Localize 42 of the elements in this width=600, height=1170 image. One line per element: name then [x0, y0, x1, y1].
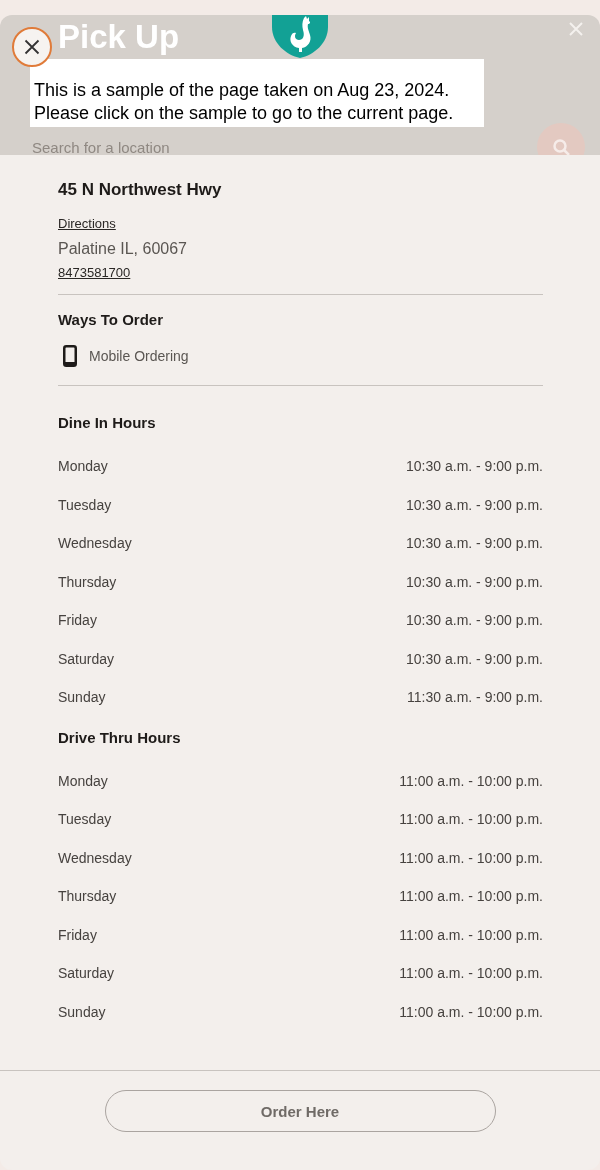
day-label: Saturday [58, 650, 115, 667]
hours-text: 11:00 a.m. - 10:00 p.m. [399, 772, 543, 789]
hours-text: 11:00 a.m. - 10:00 p.m. [399, 811, 543, 828]
close-icon[interactable] [568, 21, 584, 37]
store-address-title: 45 N Northwest Hwy [58, 179, 223, 201]
hours-text: 10:30 a.m. - 9:00 p.m. [406, 650, 543, 667]
hours-text: 10:30 a.m. - 9:00 p.m. [406, 496, 543, 513]
hours-text: 11:00 a.m. - 10:00 p.m. [399, 926, 543, 943]
directions-link[interactable]: Directions [58, 216, 116, 232]
day-label: Monday [58, 772, 108, 789]
day-label: Sunday [58, 689, 106, 706]
sample-notice[interactable]: This is a sample of the page taken on Aug 23, 2024. Please click on the sample to go to the current page. [30, 59, 484, 127]
hours-text: 11:00 a.m. - 10:00 p.m. [399, 1003, 543, 1020]
day-label: Saturday [58, 965, 115, 982]
day-label: Monday [58, 458, 108, 475]
order-here-button[interactable]: Order Here [104, 1090, 496, 1132]
hours-text: 10:30 a.m. - 9:00 p.m. [406, 612, 543, 629]
hours-text: 11:30 a.m. - 9:00 p.m. [407, 689, 543, 706]
hours-text: 11:00 a.m. - 10:00 p.m. [399, 888, 543, 905]
day-label: Tuesday [58, 811, 112, 828]
day-label: Tuesday [58, 496, 112, 513]
hours-text: 10:30 a.m. - 9:00 p.m. [406, 573, 543, 590]
day-label: Sunday [58, 1003, 106, 1020]
order-method-label: Mobile Ordering [89, 348, 189, 364]
close-icon [24, 39, 40, 55]
section-heading: Dine In Hours [58, 413, 157, 433]
hours-text: 11:00 a.m. - 10:00 p.m. [399, 849, 543, 866]
chicken-logo-icon [272, 15, 328, 58]
day-label: Wednesday [58, 849, 132, 866]
day-label: Friday [58, 926, 97, 943]
hours-text: 10:30 a.m. - 9:00 p.m. [406, 458, 543, 475]
phone-link[interactable]: 8473581700 [58, 265, 131, 281]
hours-text: 10:30 a.m. - 9:00 p.m. [406, 535, 543, 552]
day-label: Wednesday [58, 535, 132, 552]
day-label: Thursday [58, 573, 117, 590]
hours-text: 11:00 a.m. - 10:00 p.m. [399, 965, 543, 982]
section-heading: Drive Thru Hours [58, 727, 182, 748]
day-label: Friday [58, 612, 97, 629]
city-line: Palatine IL, 60067 [58, 239, 188, 259]
section-heading: Ways To Order [58, 310, 165, 330]
day-label: Thursday [58, 888, 117, 905]
phone-icon [63, 345, 77, 367]
